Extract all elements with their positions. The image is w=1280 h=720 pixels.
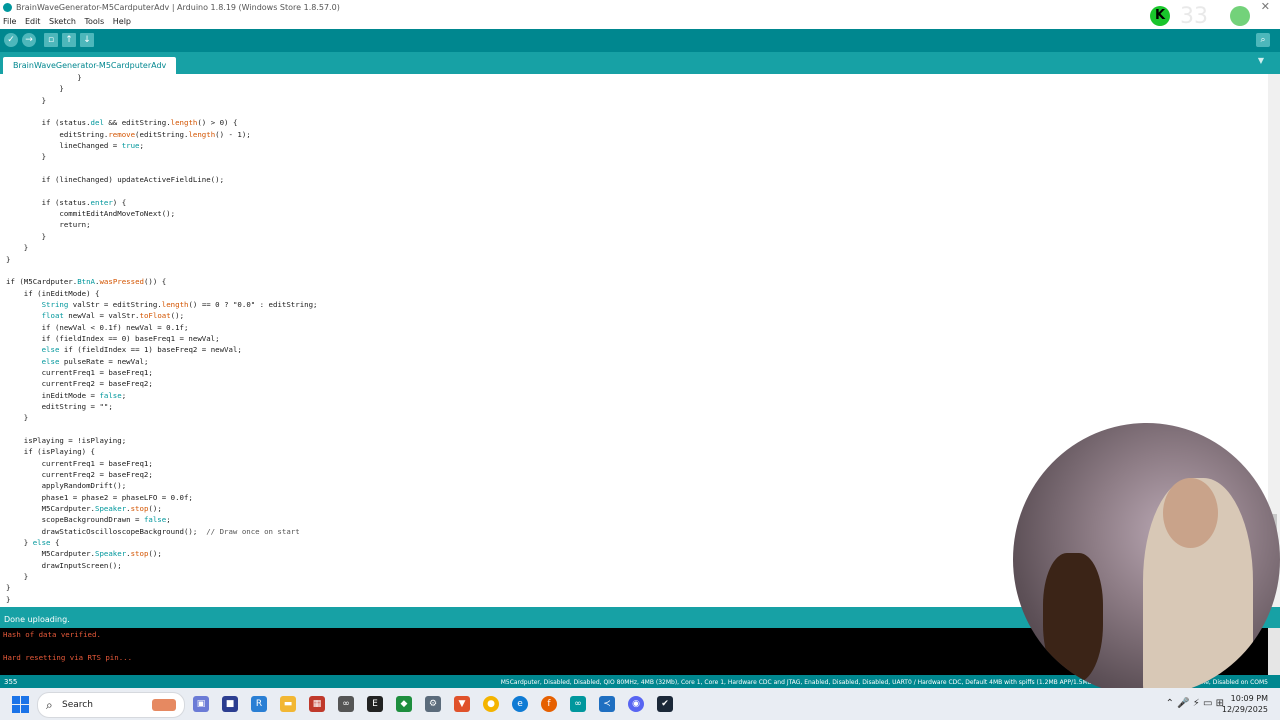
settings-icon[interactable]: ⚙: [425, 696, 441, 712]
toolbar: ✓ → ▫ ↑ ↓ ⌕: [0, 29, 1280, 52]
vpn-icon[interactable]: ◆: [396, 696, 412, 712]
play-icon: [1230, 6, 1250, 26]
console-scrollbar[interactable]: [1268, 628, 1280, 675]
kick-icon: K: [1150, 6, 1170, 26]
taskbar-search[interactable]: ⌕ Search: [37, 692, 185, 718]
vscode-icon[interactable]: ≺: [599, 696, 615, 712]
guitar-shape: [1043, 553, 1103, 683]
tab-bar: BrainWaveGenerator-M5CardputerAdv ▼: [0, 52, 1280, 74]
stream-overlay: K 33: [1150, 4, 1276, 30]
epic-icon[interactable]: E: [367, 696, 383, 712]
brave-icon[interactable]: ▼: [454, 696, 470, 712]
remote-icon[interactable]: R: [251, 696, 267, 712]
console-line: Hash of data verified.: [3, 630, 101, 639]
taskbar: ⌕ Search ▣ ■ R ▬ ▦ ∞ E ◆ ⚙ ▼ ● e f ∞ ≺ ◉…: [0, 688, 1280, 720]
menu-bar: File Edit Sketch Tools Help: [0, 15, 1280, 29]
viewer-count: 33: [1180, 4, 1208, 29]
save-sketch-button[interactable]: ↓: [80, 33, 94, 47]
upload-button[interactable]: →: [22, 33, 36, 47]
file-explorer-icon[interactable]: ▬: [280, 696, 296, 712]
open-sketch-button[interactable]: ↑: [62, 33, 76, 47]
chrome-icon[interactable]: ●: [483, 696, 499, 712]
search-label: Search: [62, 700, 93, 710]
steam-icon[interactable]: ✔: [657, 696, 673, 712]
system-tray[interactable]: ⌃ 🎤 ⚡ ▭ ⊞: [1166, 698, 1224, 709]
app-icon[interactable]: ■: [222, 696, 238, 712]
tab-menu-icon[interactable]: ▼: [1258, 56, 1264, 65]
menu-file[interactable]: File: [0, 15, 19, 29]
search-icon: ⌕: [46, 698, 53, 712]
arduino-icon[interactable]: ∞: [338, 696, 354, 712]
taskbar-clock[interactable]: 10:09 PM 12/29/2025: [1222, 693, 1268, 715]
serial-monitor-button[interactable]: ⌕: [1256, 33, 1270, 47]
menu-edit[interactable]: Edit: [22, 15, 44, 29]
search-highlight-icon: [152, 699, 176, 711]
status-message: Done uploading.: [4, 615, 70, 624]
firefox-icon[interactable]: f: [541, 696, 557, 712]
start-icon[interactable]: [12, 696, 29, 713]
menu-sketch[interactable]: Sketch: [46, 15, 79, 29]
code-text[interactable]: } } } if (status.del && editString.lengt…: [6, 74, 318, 605]
task-view-icon[interactable]: ▣: [193, 696, 209, 712]
window-titlebar: BrainWaveGenerator-M5CardputerAdv | Ardu…: [0, 0, 1280, 15]
window-title: BrainWaveGenerator-M5CardputerAdv | Ardu…: [16, 3, 340, 12]
arduino-app-icon: [3, 3, 12, 12]
webcam-overlay: [1013, 423, 1280, 696]
verify-button[interactable]: ✓: [4, 33, 18, 47]
new-sketch-button[interactable]: ▫: [44, 33, 58, 47]
menu-tools[interactable]: Tools: [81, 15, 107, 29]
edge-icon[interactable]: e: [512, 696, 528, 712]
tab-sketch[interactable]: BrainWaveGenerator-M5CardputerAdv: [3, 57, 177, 74]
person-head: [1163, 478, 1218, 548]
store-icon[interactable]: ▦: [309, 696, 325, 712]
console-line: Hard resetting via RTS pin...: [3, 653, 133, 662]
clock-time: 10:09 PM: [1230, 694, 1268, 703]
app-icon[interactable]: ∞: [570, 696, 586, 712]
menu-help[interactable]: Help: [110, 15, 134, 29]
discord-icon[interactable]: ◉: [628, 696, 644, 712]
line-number: 355: [4, 678, 18, 686]
clock-date: 12/29/2025: [1221, 705, 1268, 714]
